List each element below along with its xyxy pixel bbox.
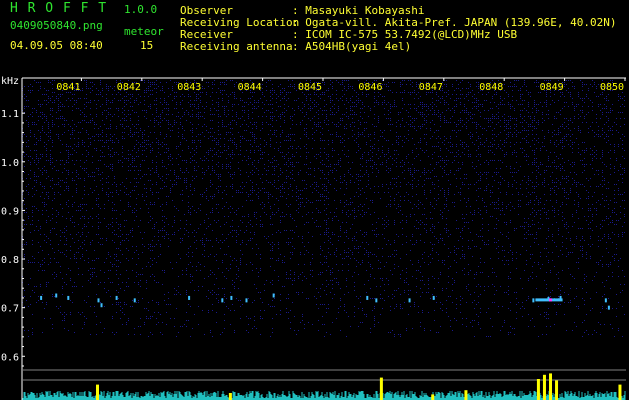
freq-label: 0.9 — [1, 206, 19, 217]
meteor-echo — [366, 295, 369, 300]
level-meter — [22, 369, 626, 400]
time-label: 0849 — [540, 82, 564, 93]
level-peak — [431, 394, 435, 400]
meteor-echo — [221, 298, 224, 303]
meteor-echo — [230, 295, 233, 300]
meteor-echo — [100, 303, 103, 308]
unit-label: kHz — [1, 76, 19, 87]
meteor-echo — [245, 298, 248, 303]
meteor-echo — [408, 298, 411, 303]
freq-label: 0.6 — [1, 352, 19, 363]
meteor-echo — [55, 293, 58, 298]
time-label: 0843 — [177, 82, 201, 93]
meteor-echo — [604, 298, 607, 303]
spectrogram-plot: kHz 0841 0842 0843 0844 0845 0846 0847 0848 0849… — [1, 76, 626, 400]
level-peak — [618, 384, 622, 400]
meteor-echo — [67, 295, 70, 300]
level-peak — [542, 374, 546, 400]
level-peak — [379, 377, 383, 400]
meteor-echo — [432, 295, 435, 300]
freq-label: 0.8 — [1, 255, 19, 266]
meteor-echo — [40, 295, 43, 300]
level-baseline — [22, 391, 626, 400]
level-peak — [96, 384, 99, 400]
time-label: 0846 — [358, 82, 382, 93]
time-label: 0848 — [479, 82, 503, 93]
meteor-echo-head — [548, 298, 552, 302]
level-peak — [464, 390, 468, 400]
freq-label: 0.7 — [1, 304, 19, 315]
level-peak — [555, 380, 559, 400]
meteor-echo — [188, 295, 191, 300]
time-label: 0841 — [56, 82, 80, 93]
meteor-echo — [115, 295, 118, 300]
time-label: 0850 — [600, 82, 624, 93]
noise-speckle — [22, 80, 625, 337]
level-peak — [228, 393, 232, 400]
freq-label: 1.1 — [1, 109, 19, 120]
meteor-echo — [272, 293, 275, 298]
level-peak — [536, 379, 540, 400]
time-label: 0845 — [298, 82, 322, 93]
meteor-echo — [532, 298, 535, 303]
meteor-echo — [97, 298, 100, 303]
level-peak — [549, 373, 552, 400]
meteor-echo — [607, 305, 610, 310]
time-label: 0847 — [419, 82, 443, 93]
meteor-echo — [375, 298, 378, 303]
echo-layer — [40, 293, 610, 310]
noise-layer — [22, 80, 625, 337]
freq-label: 1.0 — [1, 158, 19, 169]
time-label: 0842 — [117, 82, 141, 93]
meteor-echo — [133, 298, 136, 303]
time-label: 0844 — [238, 82, 262, 93]
